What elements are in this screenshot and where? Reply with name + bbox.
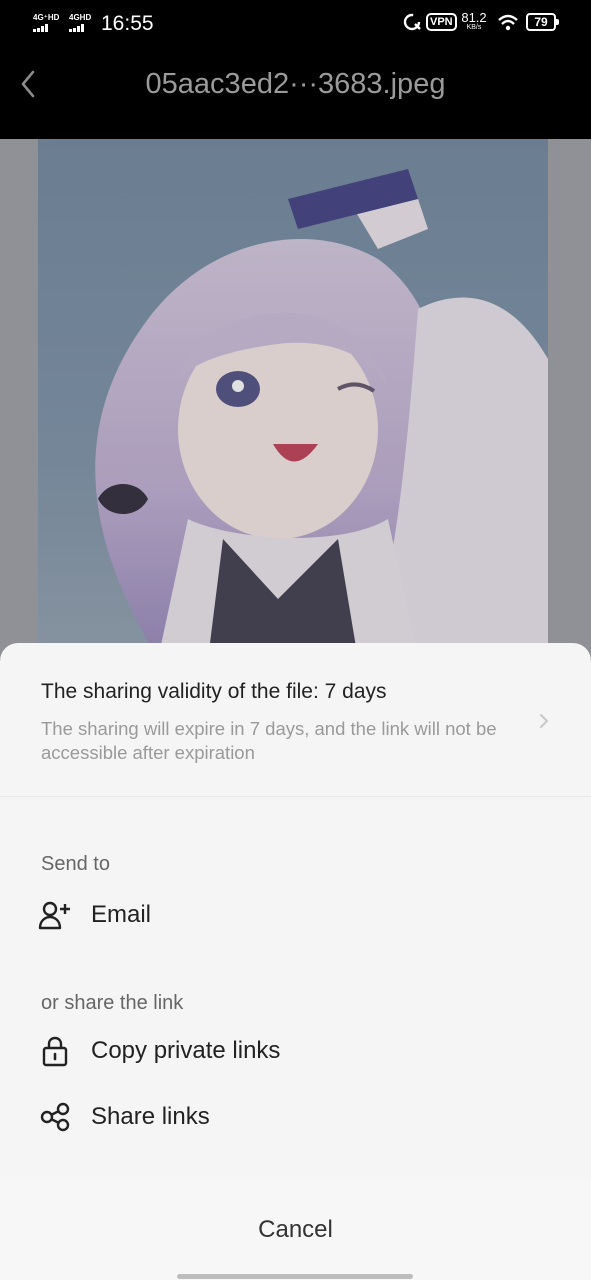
vpn-indicator: VPN bbox=[402, 12, 457, 32]
vpn-badge: VPN bbox=[426, 13, 457, 31]
network-speed: 81.2 KB/s bbox=[460, 11, 488, 32]
network-type-2: 4GHD bbox=[69, 13, 92, 22]
status-bar: 4G⁺HD 4GHD 16:55 VPN 81.2 KB/s 79 bbox=[0, 0, 591, 48]
share-nodes-icon bbox=[38, 1100, 72, 1134]
image-preview bbox=[0, 139, 591, 659]
clock: 16:55 bbox=[101, 12, 154, 35]
signal-1: 4G⁺HD bbox=[33, 14, 59, 32]
share-links-option[interactable]: Share links bbox=[38, 1092, 548, 1142]
validity-title: The sharing validity of the file: 7 days bbox=[41, 680, 387, 703]
share-link-label: or share the link bbox=[41, 992, 184, 1014]
email-label: Email bbox=[91, 901, 152, 928]
validity-row[interactable]: The sharing validity of the file: 7 days… bbox=[0, 643, 591, 796]
speed-value: 81.2 bbox=[461, 10, 487, 25]
divider bbox=[0, 796, 591, 797]
speed-unit: KB/s bbox=[466, 24, 482, 31]
signal-bars-icon bbox=[69, 24, 91, 32]
add-user-icon bbox=[38, 898, 72, 932]
lock-icon bbox=[38, 1034, 72, 1068]
copy-private-label: Copy private links bbox=[91, 1037, 281, 1064]
signal-bars-icon bbox=[33, 24, 59, 32]
cancel-button[interactable]: Cancel bbox=[0, 1205, 591, 1255]
sync-icon bbox=[403, 13, 421, 31]
network-type-1: 4G⁺HD bbox=[33, 13, 60, 22]
share-links-label: Share links bbox=[91, 1103, 210, 1130]
battery-icon: 79 bbox=[526, 13, 559, 31]
viewer-header: 05aac3ed2···3683.jpeg bbox=[0, 48, 591, 139]
validity-description: The sharing will expire in 7 days, and t… bbox=[41, 718, 497, 763]
signal-2: 4GHD bbox=[69, 14, 91, 32]
wifi-icon bbox=[498, 14, 518, 31]
copy-private-link-option[interactable]: Copy private links bbox=[38, 1026, 548, 1076]
send-to-label: Send to bbox=[41, 853, 110, 875]
chevron-right-icon bbox=[540, 714, 548, 728]
share-sheet: The sharing validity of the file: 7 days… bbox=[0, 643, 591, 1280]
email-option[interactable]: Email bbox=[38, 890, 548, 940]
home-indicator[interactable] bbox=[177, 1274, 413, 1279]
file-title: 05aac3ed2···3683.jpeg bbox=[145, 68, 446, 100]
overlay-dim bbox=[0, 139, 591, 659]
